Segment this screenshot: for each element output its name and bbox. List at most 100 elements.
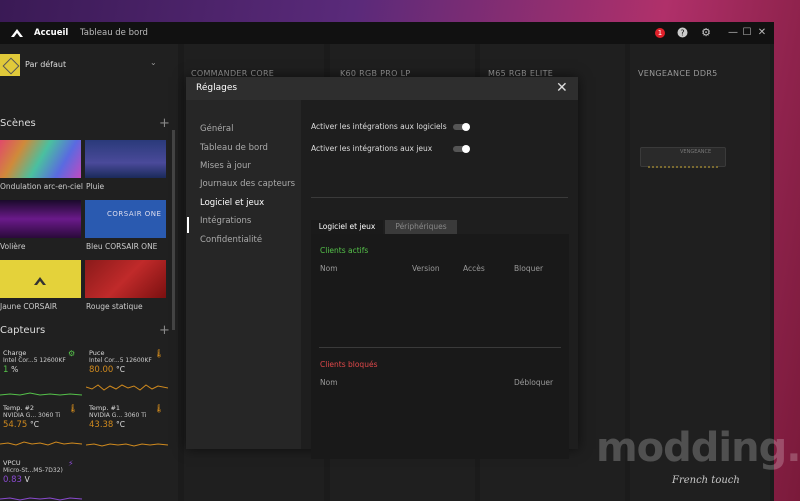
sensor-value: 43.38 — [89, 420, 114, 430]
cpu-icon: ⚙ — [68, 349, 76, 358]
tab-peripherals[interactable]: Périphériques — [385, 220, 457, 234]
sensor-sparkline — [0, 392, 82, 396]
settings-nav-general[interactable]: Général — [200, 124, 234, 134]
sensor-title: Puce — [89, 349, 105, 357]
sensor-card[interactable]: Charge ⚙ Intel Cor...5 12600KF 1 % — [0, 347, 82, 397]
sensor-sparkline — [0, 441, 82, 446]
maximize-icon[interactable]: ☐ — [741, 27, 753, 39]
settings-nav-sensor-logs[interactable]: Journaux des capteurs — [200, 179, 295, 189]
scene-tile-red[interactable] — [85, 260, 166, 298]
scene-label: Rouge statique — [86, 302, 143, 311]
settings-content: Activer les intégrations aux logiciels A… — [301, 100, 578, 459]
sensor-title: VPCU — [3, 459, 21, 467]
thermometer-icon: 🌡 — [68, 404, 79, 413]
column-header: Accès — [463, 264, 485, 273]
dialog-header: Réglages ✕ — [186, 77, 578, 100]
games-integration-toggle[interactable] — [453, 145, 470, 153]
sensor-unit: °C — [30, 420, 40, 429]
scene-label: Jaune CORSAIR — [0, 302, 58, 311]
sensor-unit: % — [11, 365, 19, 374]
toggle-label: Activer les intégrations aux logiciels — [311, 122, 447, 131]
scene-tile-yellow[interactable] — [0, 260, 81, 298]
device-title[interactable]: VENGEANCE DDR5 — [638, 69, 718, 78]
sensor-sparkline — [86, 443, 168, 447]
sensor-value: 1 — [3, 365, 9, 375]
sensor-device: Intel Cor...5 12600KF — [89, 357, 152, 364]
sensor-device: NVIDIA G... 3060 Ti — [89, 412, 147, 419]
sensor-sparkline — [0, 497, 82, 501]
sensor-unit: °C — [116, 365, 126, 374]
settings-nav-integrations[interactable]: Intégrations — [200, 216, 251, 226]
sensor-card[interactable]: Temp. #1 🌡 NVIDIA G... 3060 Ti 43.38 °C — [86, 402, 168, 452]
chevron-down-icon[interactable]: ⌄ — [150, 58, 157, 67]
add-scene-icon[interactable]: + — [159, 117, 170, 130]
settings-dialog: Réglages ✕ Général Tableau de bord Mises… — [186, 77, 578, 459]
sensor-unit: °C — [116, 420, 126, 429]
gear-icon[interactable]: ⚙ — [700, 27, 712, 39]
settings-nav-dashboard[interactable]: Tableau de bord — [200, 143, 268, 153]
clients-panel: Clients actifs Nom Version Accès Bloquer… — [311, 234, 569, 459]
tab-software-games[interactable]: Logiciel et jeux — [311, 220, 383, 234]
sensor-value: 54.75 — [3, 420, 28, 430]
corsair-logo-icon — [33, 272, 47, 291]
scene-label: Volière — [0, 242, 26, 251]
scene-label: Ondulation arc-en-ciel — [0, 182, 83, 191]
sensor-device: NVIDIA G... 3060 Ti — [3, 412, 61, 419]
add-sensor-icon[interactable]: + — [159, 324, 170, 337]
sensor-card[interactable]: VPCU ⚡ Micro-St...MS-7D32) 0.83 V — [0, 457, 82, 501]
thermometer-icon: 🌡 — [154, 404, 165, 413]
sensor-device: Micro-St...MS-7D32) — [3, 467, 63, 474]
sensor-card[interactable]: Temp. #2 🌡 NVIDIA G... 3060 Ti 54.75 °C — [0, 402, 82, 452]
scene-tile-rainbow[interactable] — [0, 140, 81, 178]
active-nav-indicator — [187, 217, 189, 233]
scene-tile-aviary[interactable] — [0, 200, 81, 238]
tab-accueil[interactable]: Accueil — [34, 27, 68, 39]
scene-tile-rain[interactable] — [85, 140, 166, 178]
sidebar-scrollbar[interactable] — [172, 130, 175, 330]
minimize-icon[interactable]: — — [727, 27, 739, 39]
top-bar: Accueil Tableau de bord 1 ? ⚙ — ☐ ✕ — [0, 22, 774, 44]
watermark: modding.fr — [596, 425, 800, 471]
scene-label: Pluie — [86, 182, 105, 191]
column-header: Bloquer — [514, 264, 544, 273]
lightning-icon: ⚡ — [68, 459, 74, 468]
help-icon[interactable]: ? — [676, 27, 688, 39]
divider — [311, 197, 568, 198]
settings-nav-privacy[interactable]: Confidentialité — [200, 235, 262, 245]
profile-icon[interactable] — [0, 54, 20, 76]
tab-tableau-de-bord[interactable]: Tableau de bord — [80, 27, 148, 39]
toggle-label: Activer les intégrations aux jeux — [311, 144, 433, 153]
column-header: Version — [412, 264, 440, 273]
settings-nav: Général Tableau de bord Mises à jour Jou… — [186, 100, 301, 449]
close-window-icon[interactable]: ✕ — [756, 27, 768, 39]
ram-module-label: VENGEANCE — [680, 149, 712, 155]
sensor-value: 80.00 — [89, 365, 114, 375]
profile-selector[interactable]: Par défaut — [25, 60, 66, 69]
alert-badge[interactable]: 1 — [655, 28, 665, 38]
column-header: Nom — [320, 378, 338, 387]
column-header: Débloquer — [514, 378, 554, 387]
sensor-device: Intel Cor...5 12600KF — [3, 357, 66, 364]
sensor-sparkline — [86, 384, 168, 391]
svg-text:?: ? — [680, 28, 684, 37]
sidebar: Par défaut ⌄ Scènes + Ondulation arc-en-… — [0, 44, 178, 501]
divider — [319, 347, 561, 348]
dialog-title: Réglages — [196, 83, 238, 93]
corsair-one-tile-text: CORSAIR ONE — [107, 210, 162, 218]
column-header: Nom — [320, 264, 338, 273]
settings-nav-software-games[interactable]: Logiciel et jeux — [200, 198, 264, 208]
sensor-card[interactable]: Puce 🌡 Intel Cor...5 12600KF 80.00 °C — [86, 347, 168, 397]
scenes-title: Scènes — [0, 118, 36, 129]
corsair-logo-icon — [10, 27, 24, 39]
settings-nav-updates[interactable]: Mises à jour — [200, 161, 251, 171]
software-integration-toggle[interactable] — [453, 123, 470, 131]
close-icon[interactable]: ✕ — [556, 80, 568, 96]
scene-label: Bleu CORSAIR ONE — [86, 242, 158, 251]
blocked-clients-title: Clients bloqués — [320, 360, 378, 369]
ram-contacts — [648, 166, 718, 168]
watermark-subtitle: French touch — [672, 475, 740, 486]
scene-tile-corsair-one[interactable]: CORSAIR ONE — [85, 200, 166, 238]
sensor-title: Temp. #2 — [3, 404, 35, 412]
sensors-title: Capteurs — [0, 325, 46, 336]
active-clients-title: Clients actifs — [320, 246, 369, 255]
